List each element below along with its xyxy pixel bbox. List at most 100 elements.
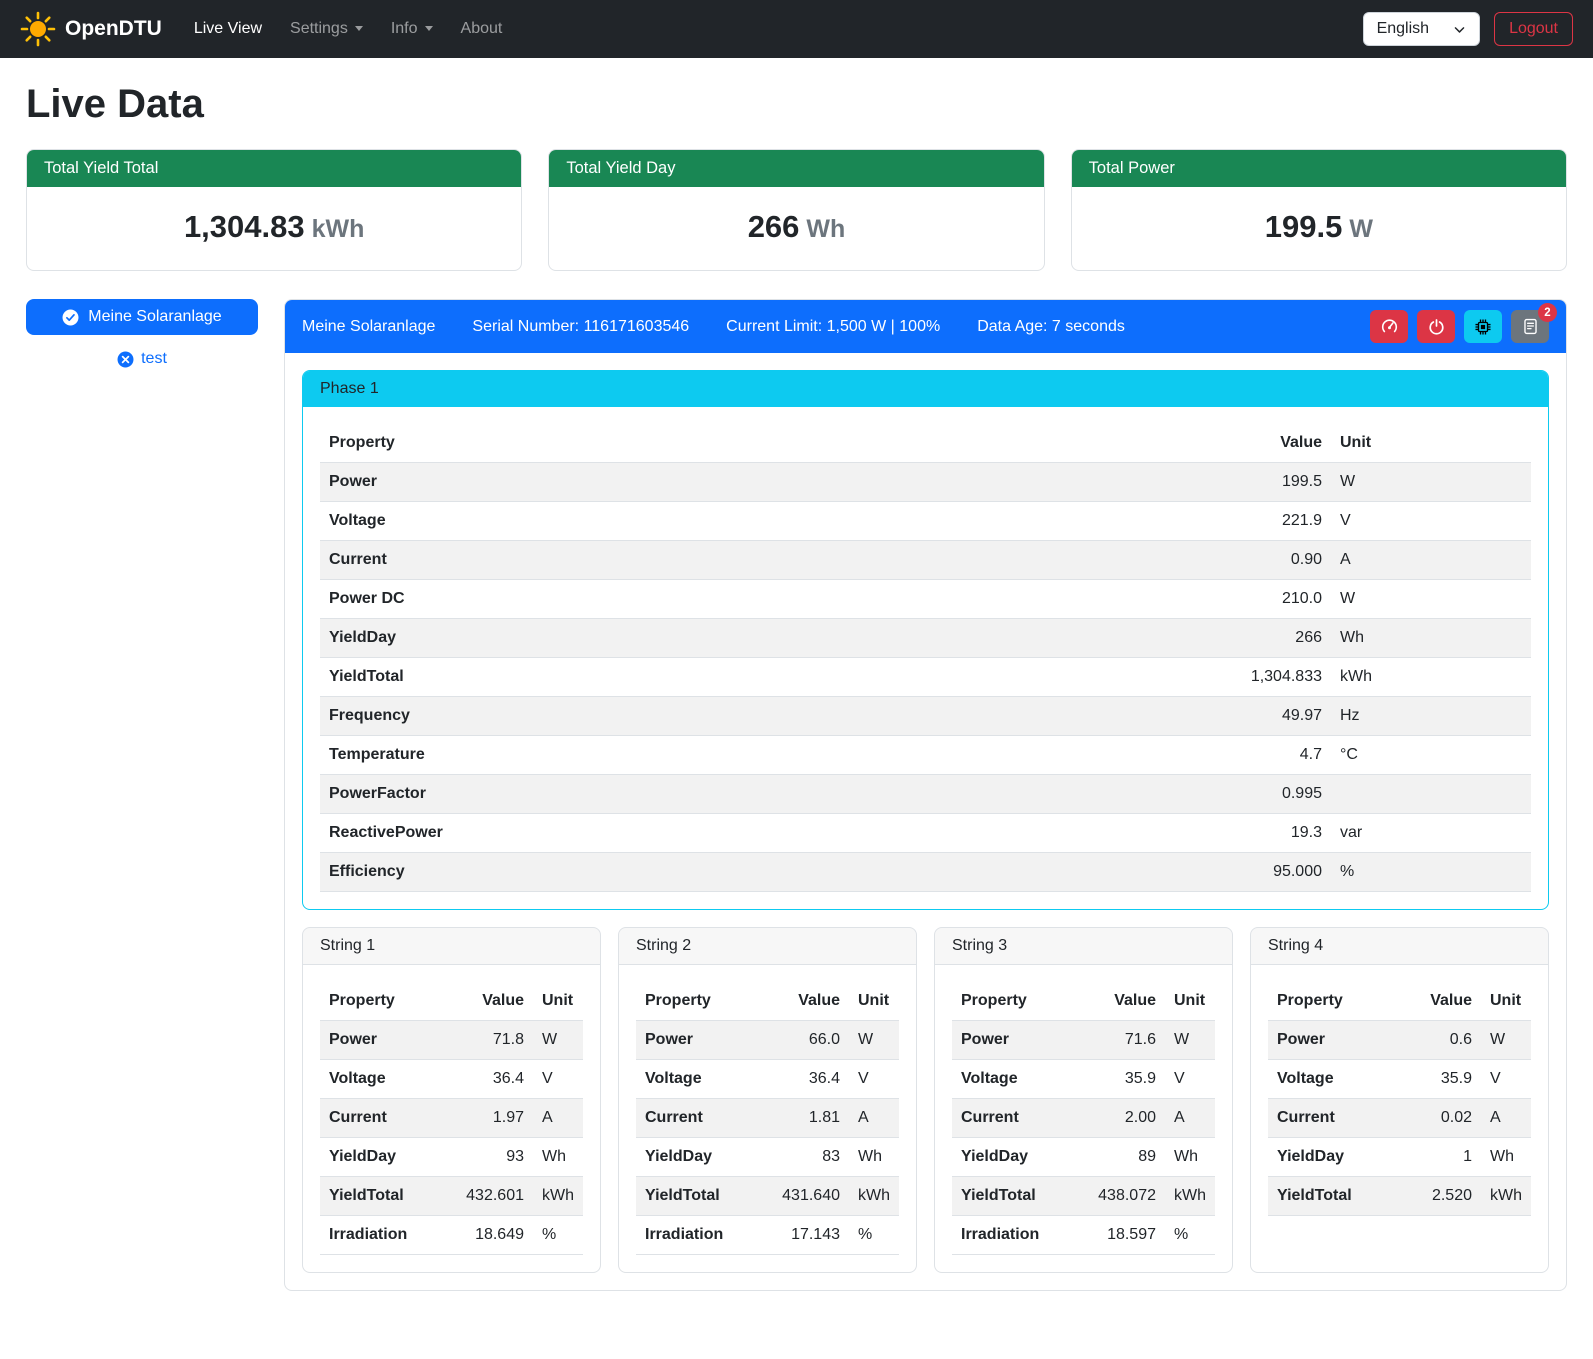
value-unit: kWh: [312, 215, 365, 243]
value-cell: 19.3: [1186, 814, 1331, 853]
nav-live-view[interactable]: Live View: [180, 11, 276, 47]
power-button[interactable]: [1417, 310, 1455, 343]
value-unit: Wh: [806, 215, 845, 243]
string-body: Property Value Unit Power: [619, 965, 916, 1272]
table-row: Temperature 4.7 °C: [320, 736, 1531, 775]
value-cell: 0.6: [1419, 1021, 1481, 1060]
total-yield-total-card: Total Yield Total 1,304.83kWh: [26, 149, 522, 271]
nav-about[interactable]: About: [447, 11, 517, 47]
table-row: Voltage 35.9 V: [952, 1060, 1215, 1099]
card-title: Total Yield Total: [27, 150, 521, 187]
nav-info-label: Info: [391, 20, 418, 37]
device-info-button[interactable]: [1464, 310, 1502, 343]
col-value: Value: [1089, 982, 1165, 1021]
logout-button[interactable]: Logout: [1494, 12, 1573, 46]
unit-cell: A: [849, 1099, 899, 1138]
table-row: YieldDay 93 Wh: [320, 1138, 583, 1177]
value-cell: 1: [1419, 1138, 1481, 1177]
value-cell: 35.9: [1419, 1060, 1481, 1099]
col-unit: Unit: [533, 982, 583, 1021]
value-cell: 95.000: [1186, 853, 1331, 892]
table-row: PowerFactor 0.995: [320, 775, 1531, 814]
table-row: Power 71.8 W: [320, 1021, 583, 1060]
table-row: Current 0.90 A: [320, 541, 1531, 580]
nav-links: Live View Settings Info About: [180, 11, 517, 47]
chevron-down-icon: [425, 26, 433, 31]
property-cell: Voltage: [952, 1060, 1089, 1099]
table-row: YieldTotal 2.520 kWh: [1268, 1177, 1531, 1216]
event-count-badge: 2: [1538, 303, 1557, 322]
table-row: Voltage 36.4 V: [636, 1060, 899, 1099]
card-body: 1,304.83kWh: [27, 187, 521, 270]
property-cell: Current: [320, 1099, 457, 1138]
value-number: 1,304.83: [184, 209, 305, 244]
value-cell: 438.072: [1089, 1177, 1165, 1216]
table-row: Irradiation 17.143 %: [636, 1216, 899, 1255]
property-cell: Power: [320, 1021, 457, 1060]
table-row: Voltage 221.9 V: [320, 502, 1531, 541]
navbar-right: English Logout: [1363, 12, 1573, 46]
table-row: Power DC 210.0 W: [320, 580, 1531, 619]
table-row: YieldTotal 432.601 kWh: [320, 1177, 583, 1216]
nav-settings-label: Settings: [290, 20, 348, 37]
inverter-actions: 2: [1370, 310, 1549, 343]
top-navbar: OpenDTU Live View Settings Info About En…: [0, 0, 1593, 58]
string-body: Property Value Unit Power: [1251, 965, 1548, 1233]
string-table-body: Power 71.6 W Voltage 35.9 V: [952, 1021, 1215, 1255]
inverter-select-meine-solaranlage[interactable]: Meine Solaranlage: [26, 299, 258, 335]
unit-cell: W: [849, 1021, 899, 1060]
property-cell: Voltage: [1268, 1060, 1419, 1099]
event-log-button[interactable]: 2: [1511, 310, 1549, 343]
table-header-row: Property Value Unit: [636, 982, 899, 1021]
property-cell: Power DC: [320, 580, 1186, 619]
value-cell: 432.601: [457, 1177, 533, 1216]
value-cell: 4.7: [1186, 736, 1331, 775]
unit-cell: kWh: [533, 1177, 583, 1216]
value-cell: 1.97: [457, 1099, 533, 1138]
col-unit: Unit: [1481, 982, 1531, 1021]
nav-settings[interactable]: Settings: [276, 11, 377, 47]
unit-cell: %: [533, 1216, 583, 1255]
phase-table-body: Power 199.5 W Voltage 221.9 V: [320, 463, 1531, 892]
col-unit: Unit: [1331, 424, 1531, 463]
language-value: English: [1377, 20, 1429, 38]
table-row: Current 2.00 A: [952, 1099, 1215, 1138]
value-cell: 1.81: [773, 1099, 849, 1138]
string-1-table: Property Value Unit Power: [320, 982, 583, 1255]
content-row: Meine Solaranlage test Meine Solaranlage…: [26, 299, 1567, 1291]
inverter-select-test[interactable]: test: [26, 350, 258, 368]
property-cell: Voltage: [636, 1060, 773, 1099]
property-cell: Power: [952, 1021, 1089, 1060]
unit-cell: Hz: [1331, 697, 1531, 736]
table-row: Voltage 36.4 V: [320, 1060, 583, 1099]
property-cell: YieldTotal: [320, 658, 1186, 697]
property-cell: YieldDay: [320, 1138, 457, 1177]
card-title: Total Power: [1072, 150, 1566, 187]
value-cell: 18.649: [457, 1216, 533, 1255]
value-cell: 18.597: [1089, 1216, 1165, 1255]
property-cell: Power: [320, 463, 1186, 502]
language-select[interactable]: English: [1363, 12, 1480, 46]
table-row: Power 0.6 W: [1268, 1021, 1531, 1060]
x-circle-icon: [117, 351, 134, 368]
unit-cell: Wh: [1165, 1138, 1215, 1177]
value-cell: 71.8: [457, 1021, 533, 1060]
nav-info[interactable]: Info: [377, 11, 447, 47]
inverter-panel-body: Phase 1 Property Value Unit: [285, 353, 1566, 1290]
table-row: Frequency 49.97 Hz: [320, 697, 1531, 736]
unit-cell: kWh: [1481, 1177, 1531, 1216]
serial-number: Serial Number: 116171603546: [472, 318, 689, 336]
brand[interactable]: OpenDTU: [20, 11, 162, 47]
col-property: Property: [320, 982, 457, 1021]
power-icon: [1428, 318, 1445, 335]
inverter-label: test: [141, 350, 167, 368]
data-age: Data Age: 7 seconds: [977, 318, 1125, 336]
value-number: 266: [748, 209, 800, 244]
string-table-body: Power 71.8 W Voltage 36.4 V: [320, 1021, 583, 1255]
limit-settings-button[interactable]: [1370, 310, 1408, 343]
check-circle-icon: [62, 309, 79, 326]
value-cell: 0.02: [1419, 1099, 1481, 1138]
unit-cell: W: [533, 1021, 583, 1060]
table-row: Efficiency 95.000 %: [320, 853, 1531, 892]
value-cell: 266: [1186, 619, 1331, 658]
